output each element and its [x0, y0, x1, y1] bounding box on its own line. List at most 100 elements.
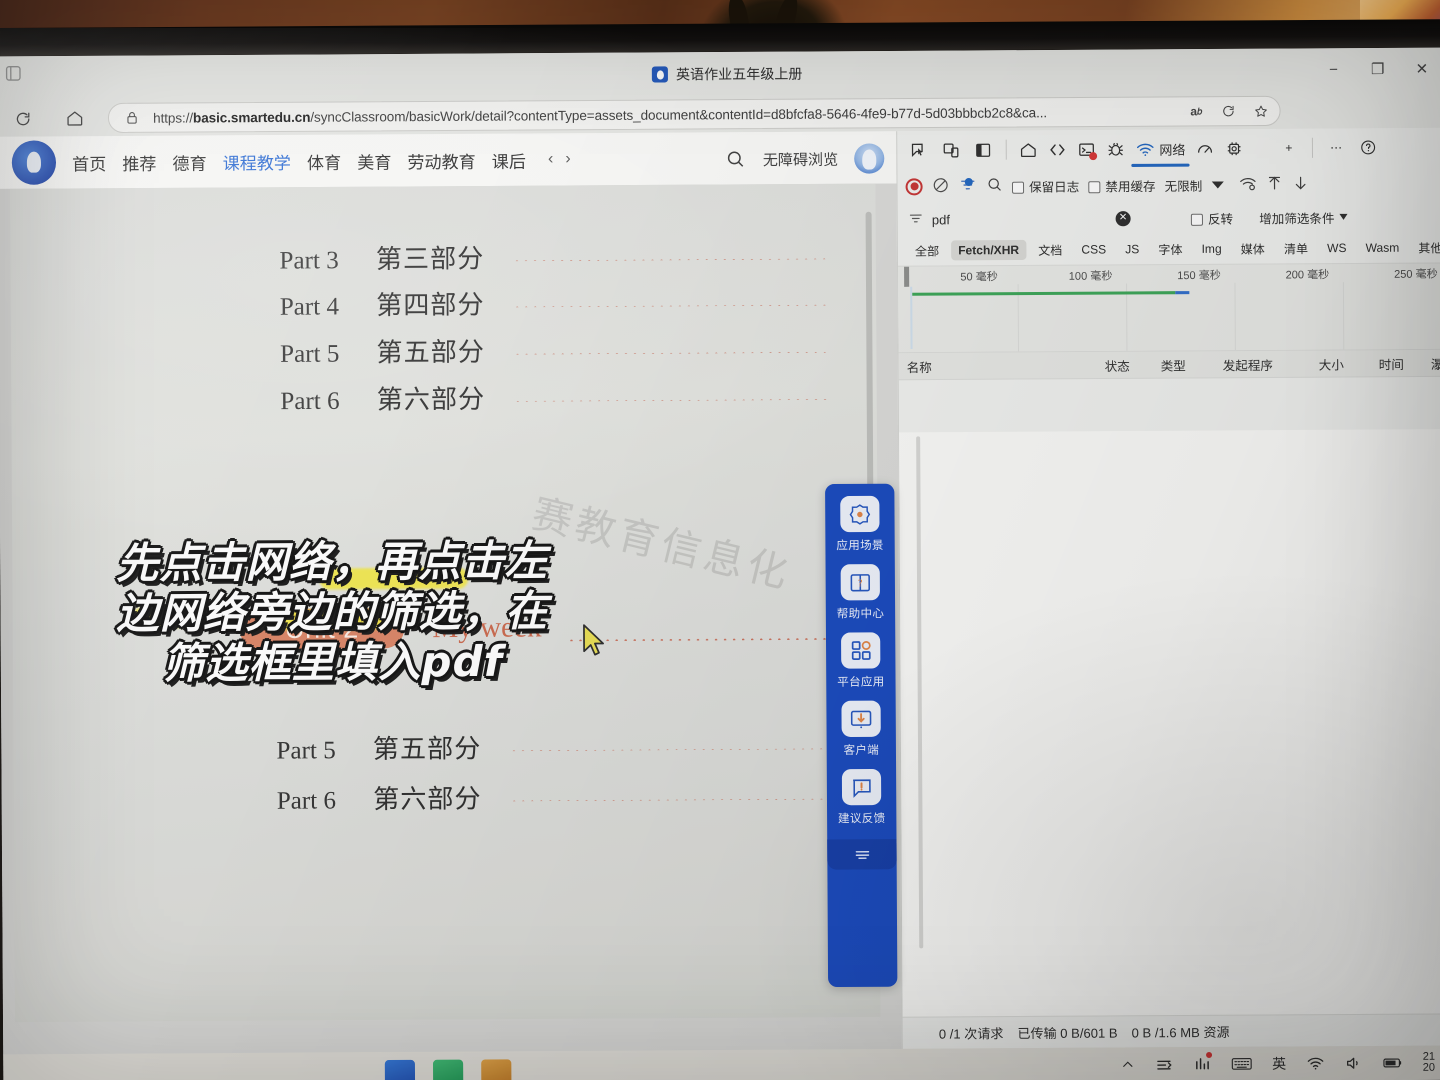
helper-item-apps[interactable]: 平台应用: [826, 632, 896, 690]
browser-tab[interactable]: 英语作业五年级上册: [640, 58, 815, 89]
wifi-tray-icon[interactable]: [1306, 1052, 1324, 1074]
helper-item-feedback[interactable]: 建议反馈: [827, 768, 897, 827]
type-chip-wasm[interactable]: Wasm: [1359, 238, 1407, 258]
nav-item-3[interactable]: 课程教学: [223, 148, 291, 174]
read-aloud-icon[interactable]: a𝑏: [1185, 100, 1207, 122]
column-header-time[interactable]: 时间: [1371, 353, 1423, 372]
column-header-initiator[interactable]: 发起程序: [1215, 354, 1311, 374]
import-har-icon[interactable]: [1265, 174, 1282, 195]
type-chip-ws[interactable]: WS: [1320, 238, 1354, 258]
request-list-scrollbar[interactable]: [916, 436, 924, 949]
helper-item-scene[interactable]: 应用场景: [825, 495, 895, 554]
favorite-star-icon[interactable]: [1249, 100, 1271, 122]
type-chip-js[interactable]: JS: [1118, 239, 1146, 259]
nav-item-7[interactable]: 课后: [492, 147, 526, 172]
toc-label: 第四部分: [376, 290, 485, 321]
home-icon[interactable]: [60, 103, 90, 133]
avatar[interactable]: [854, 143, 885, 174]
type-chip-media[interactable]: 媒体: [1234, 237, 1272, 260]
keyboard-tray-icon[interactable]: [1231, 1053, 1252, 1075]
preserve-log-checkbox[interactable]: 保留日志: [1011, 176, 1079, 195]
add-panel-button[interactable]: +: [1274, 134, 1304, 162]
more-tools-icon[interactable]: ⋯: [1321, 133, 1351, 161]
throttling-select[interactable]: 无限制: [1165, 175, 1203, 194]
toolbar-divider: [1005, 139, 1007, 160]
address-bar[interactable]: https://basic.smartedu.cn/syncClassroom/…: [107, 95, 1281, 134]
chevron-down-icon[interactable]: [1211, 180, 1224, 189]
clear-network-icon[interactable]: [932, 176, 950, 197]
svg-text:?: ?: [858, 578, 863, 589]
type-chip-doc[interactable]: 文档: [1031, 238, 1069, 261]
column-header-name[interactable]: 名称: [899, 355, 1097, 375]
type-chip-css[interactable]: CSS: [1074, 239, 1113, 259]
type-chip-fetch-xhr[interactable]: Fetch/XHR: [951, 239, 1027, 261]
network-settings-icon[interactable]: [1238, 174, 1256, 195]
column-header-type[interactable]: 类型: [1153, 355, 1215, 374]
nav-item-5[interactable]: 美育: [357, 148, 391, 173]
network-request-list[interactable]: [899, 429, 1440, 1017]
minimize-button[interactable]: −: [1322, 56, 1344, 82]
column-header-size[interactable]: 大小: [1311, 354, 1371, 373]
accessibility-link[interactable]: 无障碍浏览: [763, 148, 838, 170]
download-client-icon: [841, 700, 881, 738]
type-chip-all[interactable]: 全部: [908, 239, 946, 262]
battery-tray-icon[interactable]: [1382, 1052, 1402, 1074]
refresh-icon[interactable]: [7, 103, 37, 133]
dock-side-icon[interactable]: [968, 136, 998, 164]
maximize-button[interactable]: ❐: [1367, 56, 1389, 82]
refresh-page-icon[interactable]: [1217, 100, 1239, 122]
column-header-waterfall[interactable]: 瀑: [1423, 353, 1440, 372]
nav-item-2[interactable]: 德育: [172, 149, 206, 174]
column-header-status[interactable]: 状态: [1097, 355, 1153, 374]
disable-cache-checkbox[interactable]: 禁用缓存: [1088, 175, 1156, 194]
nav-item-4[interactable]: 体育: [307, 148, 341, 173]
close-button[interactable]: ✕: [1411, 56, 1433, 82]
devtools-tab-performance[interactable]: [1191, 133, 1218, 163]
filter-input[interactable]: pdf: [932, 207, 1108, 230]
nav-item-1[interactable]: 推荐: [122, 149, 156, 174]
analytics-tray-icon[interactable]: [1193, 1052, 1212, 1075]
devtools-tab-memory[interactable]: [1221, 133, 1248, 163]
site-logo[interactable]: [11, 140, 57, 185]
taskbar-clock[interactable]: 21 20: [1423, 1051, 1435, 1074]
resource-size: 0 B /1.6 MB 资源: [1131, 1024, 1230, 1041]
invert-checkbox[interactable]: 反转: [1190, 208, 1233, 227]
search-icon[interactable]: [725, 148, 747, 170]
add-filter-dropdown[interactable]: 增加筛选条件: [1259, 207, 1348, 227]
devtools-tab-console[interactable]: [1073, 134, 1100, 164]
devtools-tab-home[interactable]: [1015, 134, 1042, 164]
nav-prev-arrow[interactable]: ‹: [548, 150, 553, 168]
type-chip-other[interactable]: 其他: [1411, 236, 1440, 259]
tab-actions-icon[interactable]: [3, 63, 23, 83]
clear-filter-icon[interactable]: ✕: [1115, 210, 1131, 226]
type-chip-manifest[interactable]: 清单: [1277, 237, 1315, 260]
devtools-tab-elements[interactable]: [1044, 134, 1071, 164]
taskbar-app-other[interactable]: [481, 1059, 512, 1080]
taskbar-app-browser[interactable]: [384, 1059, 416, 1080]
helper-item-help[interactable]: ? 帮助中心: [826, 564, 896, 622]
record-stop-icon[interactable]: [905, 177, 923, 195]
devtools-tab-network[interactable]: 网络: [1131, 133, 1189, 163]
taskbar-app-sheet[interactable]: [432, 1059, 464, 1080]
helper-collapse-button[interactable]: [827, 839, 897, 870]
ime-english-icon[interactable]: 英: [1272, 1053, 1286, 1075]
volume-tray-icon[interactable]: [1344, 1052, 1362, 1074]
device-toolbar-icon[interactable]: [935, 136, 965, 164]
helper-item-client[interactable]: 客户端: [826, 700, 896, 759]
devtools-tab-sources[interactable]: [1102, 134, 1129, 164]
inspect-element-icon[interactable]: [903, 136, 933, 164]
filter-funnel-icon[interactable]: [959, 175, 977, 196]
network-tray-icon[interactable]: [1155, 1053, 1173, 1075]
nav-item-0[interactable]: 首页: [72, 150, 106, 175]
network-overview[interactable]: 50 毫秒 100 毫秒 150 毫秒 200 毫秒 250 毫秒: [898, 262, 1440, 353]
type-chip-img[interactable]: Img: [1194, 239, 1228, 259]
show-hidden-icons-button[interactable]: [1120, 1053, 1134, 1075]
nav-item-6[interactable]: 劳动教育: [407, 147, 475, 173]
filter-icon[interactable]: [908, 210, 924, 229]
export-har-icon[interactable]: [1292, 173, 1309, 194]
type-chip-font[interactable]: 字体: [1151, 237, 1189, 260]
nav-next-arrow[interactable]: ›: [565, 150, 570, 168]
request-count: 0 /1 次请求: [938, 1026, 1004, 1042]
search-icon[interactable]: [986, 176, 1003, 196]
help-icon[interactable]: [1353, 133, 1383, 161]
